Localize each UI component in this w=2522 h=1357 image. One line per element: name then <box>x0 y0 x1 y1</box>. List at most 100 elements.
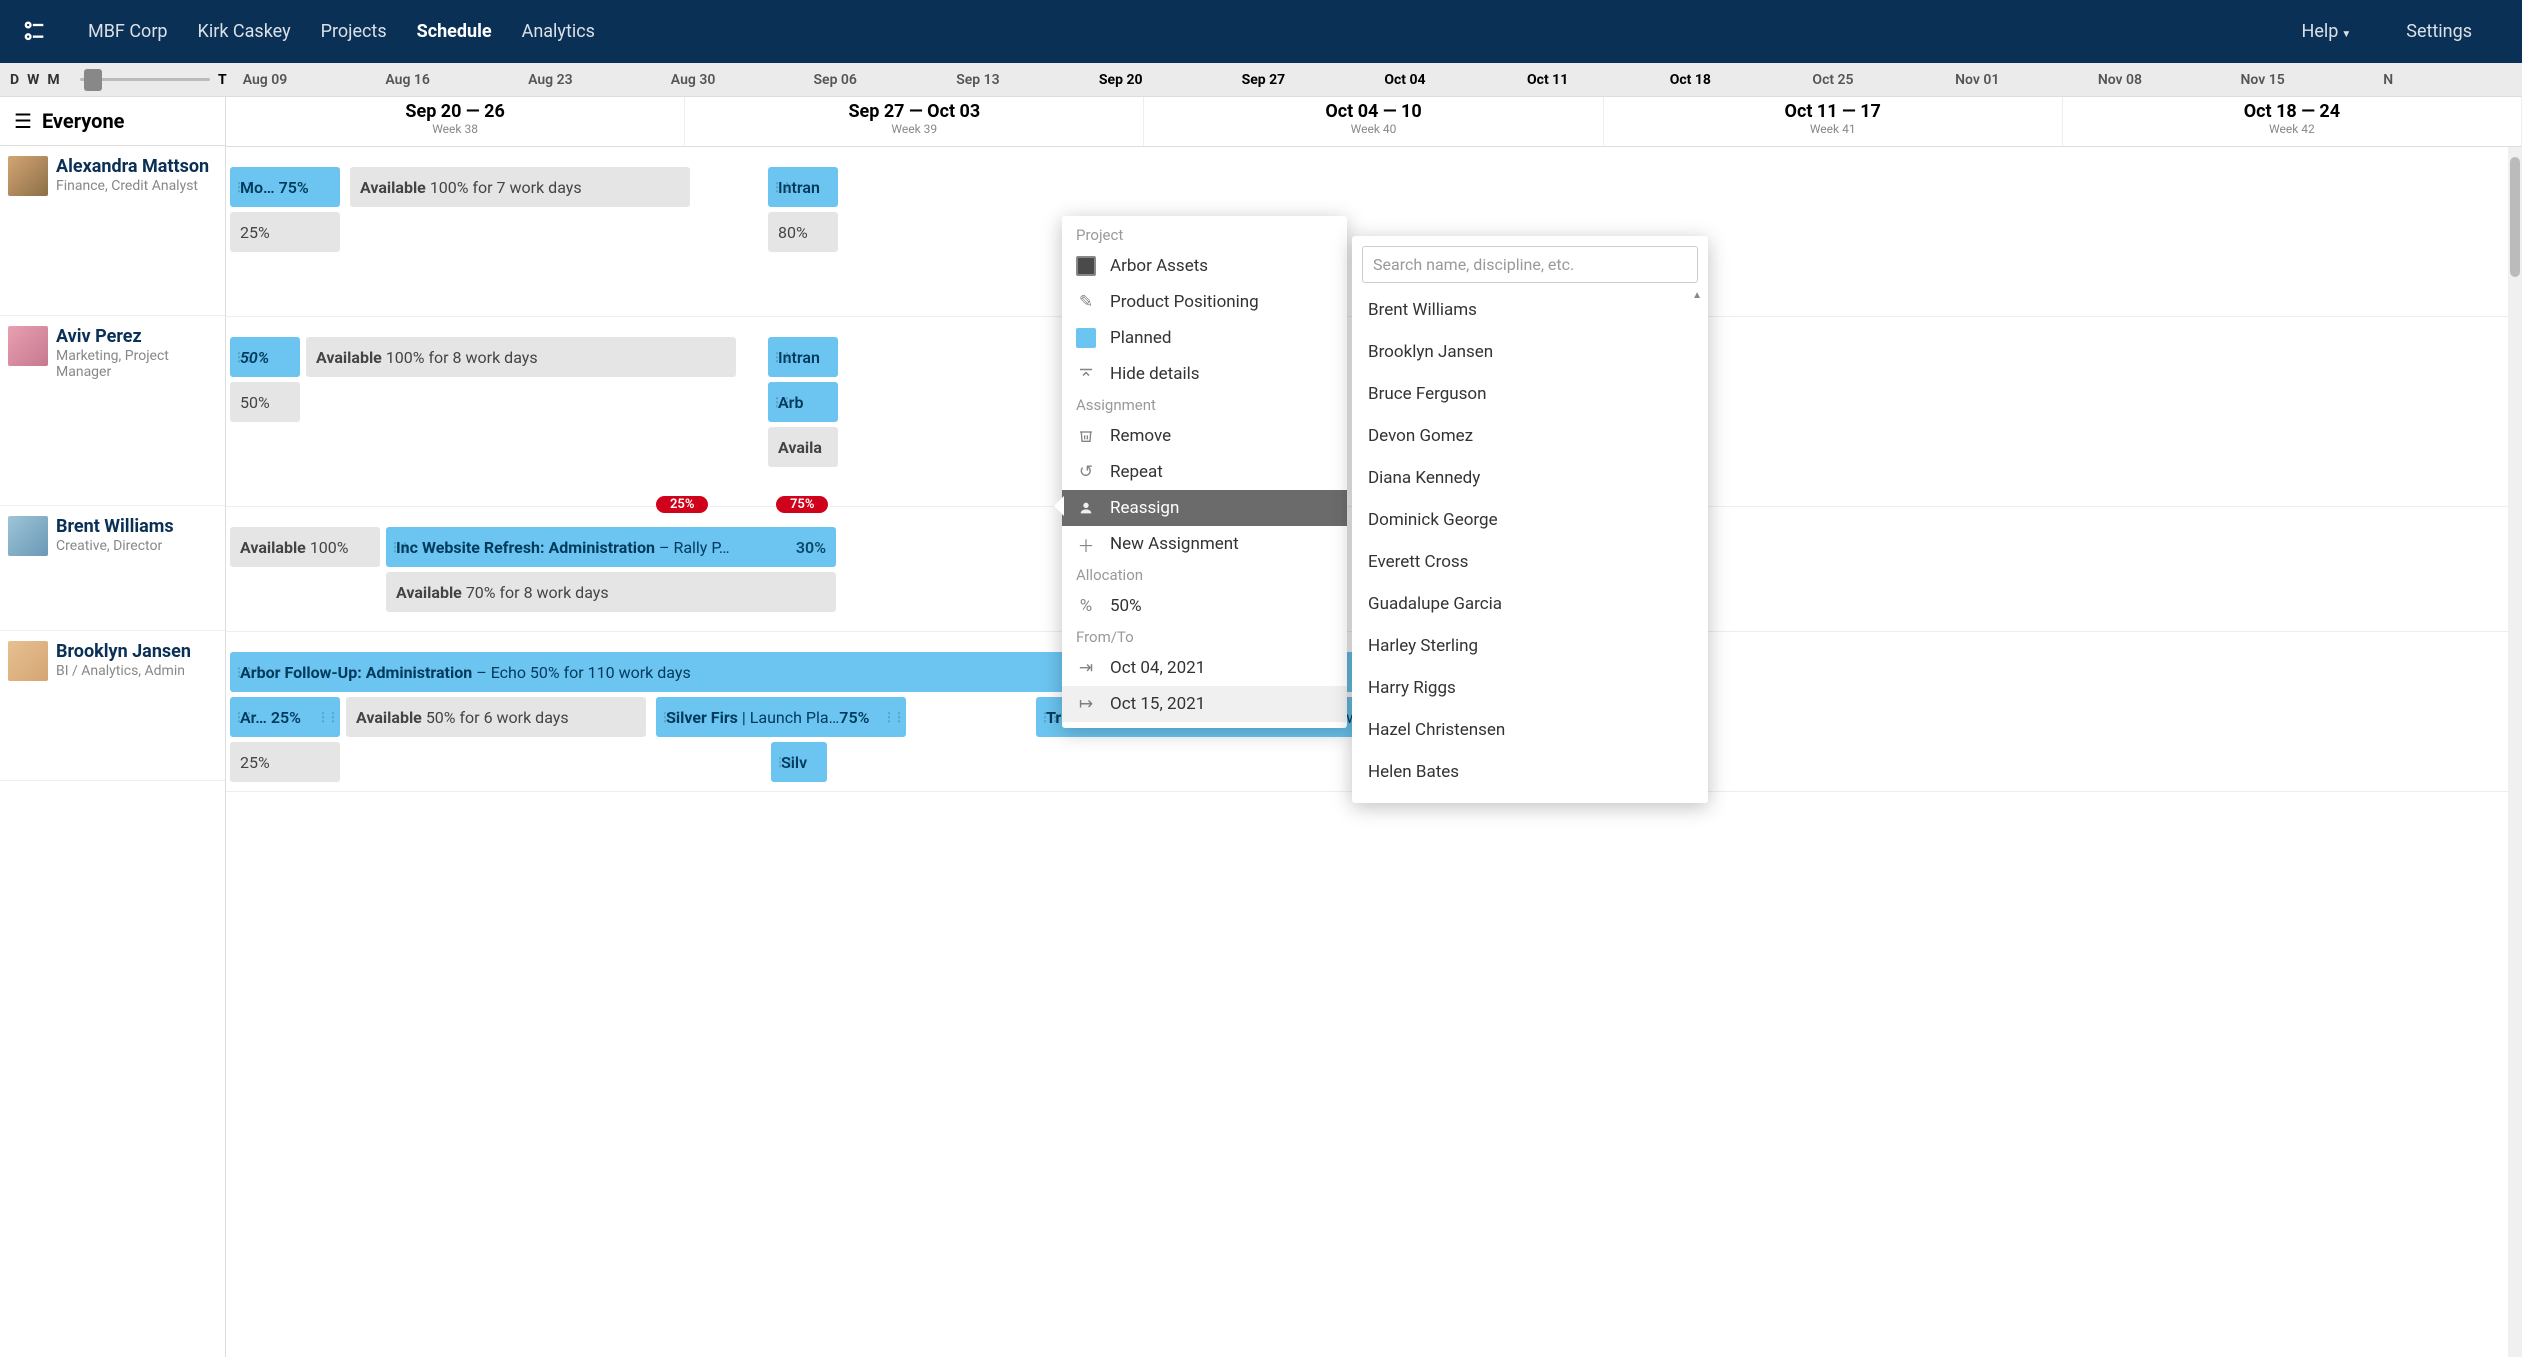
search-result-item[interactable]: Guadalupe Garcia <box>1362 583 1698 625</box>
assignment-bar[interactable]: ⋮⋮50% <box>230 337 300 377</box>
ctx-section-assignment: Assignment <box>1062 392 1347 418</box>
assignment-bar[interactable]: ⋮⋮Ar… 25%⋮⋮ <box>230 697 340 737</box>
zoom-slider[interactable] <box>80 78 210 81</box>
allocation-bar[interactable]: 25% <box>230 212 340 252</box>
timeline-date[interactable]: Oct 25 <box>1808 72 1951 88</box>
ctx-from-date[interactable]: ⇥ Oct 04, 2021 <box>1062 650 1347 686</box>
caret-down-icon: ▼ <box>2341 29 2351 40</box>
today-button[interactable]: T <box>218 72 227 88</box>
nav-projects[interactable]: Projects <box>321 21 387 42</box>
timeline-date[interactable]: Nov 01 <box>1951 72 2094 88</box>
ctx-product-positioning[interactable]: ✎ Product Positioning <box>1062 284 1347 320</box>
person-role: BI / Analytics, Admin <box>56 663 217 680</box>
ctx-allocation-value[interactable]: % 50% <box>1062 588 1347 624</box>
week-header: Sep 20 — 26Week 38 <box>226 97 685 146</box>
avatar <box>8 156 48 196</box>
timeline-date[interactable]: Aug 30 <box>667 72 810 88</box>
person-row[interactable]: Alexandra Mattson Finance, Credit Analys… <box>0 146 225 316</box>
ctx-planned[interactable]: Planned <box>1062 320 1347 356</box>
search-result-item[interactable]: Harley Sterling <box>1362 625 1698 667</box>
timeline-date[interactable]: Oct 04 <box>1380 72 1523 88</box>
zoom-week[interactable]: W <box>27 72 39 88</box>
search-result-item[interactable]: Hazel Christensen <box>1362 709 1698 751</box>
assignment-bar[interactable]: ⋮⋮Intran <box>768 337 838 377</box>
search-result-item[interactable]: Devon Gomez <box>1362 415 1698 457</box>
timeline-date[interactable]: Sep 06 <box>810 72 953 88</box>
week-header: Oct 04 — 10Week 40 <box>1144 97 1603 146</box>
person-row[interactable]: Brooklyn Jansen BI / Analytics, Admin <box>0 631 225 781</box>
available-bar[interactable]: Available50% for 6 work days <box>346 697 646 737</box>
person-name: Alexandra Mattson <box>56 156 217 178</box>
available-bar[interactable]: Available100% for 7 work days <box>350 167 690 207</box>
person-name: Brooklyn Jansen <box>56 641 217 663</box>
zoom-month[interactable]: M <box>47 72 59 88</box>
available-bar[interactable]: Available100% for 8 work days <box>306 337 736 377</box>
person-role: Finance, Credit Analyst <box>56 178 217 195</box>
arrow-out-icon: ↦ <box>1076 694 1096 714</box>
ctx-reassign[interactable]: Reassign <box>1062 490 1347 526</box>
context-menu: Project Arbor Assets ✎ Product Positioni… <box>1062 216 1347 728</box>
slider-thumb[interactable] <box>84 69 102 91</box>
timeline-date[interactable]: Aug 23 <box>524 72 667 88</box>
person-role: Marketing, Project Manager <box>56 348 217 382</box>
ctx-to-date[interactable]: ↦ Oct 15, 2021 <box>1062 686 1347 722</box>
search-result-item[interactable]: Harry Riggs <box>1362 667 1698 709</box>
search-result-item[interactable]: Bruce Ferguson <box>1362 373 1698 415</box>
ctx-remove[interactable]: Remove <box>1062 418 1347 454</box>
assignment-bar[interactable]: ⋮⋮Silver Firs | Launch Pla…75%⋮⋮ <box>656 697 906 737</box>
nav-user[interactable]: Kirk Caskey <box>198 21 291 42</box>
search-result-item[interactable]: Dominick George <box>1362 499 1698 541</box>
search-result-item[interactable]: Helen Bates <box>1362 751 1698 793</box>
zoom-day[interactable]: D <box>10 72 19 88</box>
allocation-bar[interactable]: 25% <box>230 742 340 782</box>
allocation-bar[interactable]: 50% <box>230 382 300 422</box>
collapse-icon <box>1076 364 1096 384</box>
nav-schedule[interactable]: Schedule <box>417 21 492 42</box>
timeline-date[interactable]: Aug 16 <box>381 72 524 88</box>
search-input[interactable] <box>1362 246 1698 283</box>
ctx-new-assignment[interactable]: ＋ New Assignment <box>1062 526 1347 562</box>
available-bar[interactable]: Availa <box>768 427 838 467</box>
available-bar[interactable]: Available100% <box>230 527 380 567</box>
scrollbar-thumb[interactable] <box>2510 157 2520 277</box>
timeline-date[interactable]: Nov 15 <box>2237 72 2380 88</box>
timeline-date[interactable]: Nov 08 <box>2094 72 2237 88</box>
nav-settings[interactable]: Settings <box>2406 21 2472 42</box>
ctx-repeat[interactable]: ↺ Repeat <box>1062 454 1347 490</box>
vertical-scrollbar[interactable] <box>2508 147 2522 1357</box>
timeline-date[interactable]: N <box>2379 72 2522 88</box>
timeline-date[interactable]: Oct 18 <box>1666 72 1809 88</box>
nav-help[interactable]: Help▼ <box>2301 21 2351 42</box>
search-result-item[interactable]: Brooklyn Jansen <box>1362 331 1698 373</box>
arrow-in-icon: ⇥ <box>1076 658 1096 678</box>
assignment-bar[interactable]: ⋮⋮Mo… 75% <box>230 167 340 207</box>
people-sidebar: ☰ Everyone Alexandra Mattson Finance, Cr… <box>0 97 226 1357</box>
nav-analytics[interactable]: Analytics <box>522 21 595 42</box>
timeline-date[interactable]: Aug 09 <box>239 72 382 88</box>
ctx-hide-details[interactable]: Hide details <box>1062 356 1347 392</box>
avatar <box>8 641 48 681</box>
assignment-bar[interactable]: ⋮⋮Intran <box>768 167 838 207</box>
assignment-bar[interactable]: ⋮⋮Silv <box>771 742 827 782</box>
overallocation-badge: 75% <box>776 496 828 513</box>
search-result-item[interactable]: Brent Williams <box>1362 289 1698 331</box>
person-name: Brent Williams <box>56 516 217 538</box>
timeline-date[interactable]: Sep 20 <box>1095 72 1238 88</box>
pencil-icon: ✎ <box>1076 292 1096 312</box>
timeline-date[interactable]: Sep 13 <box>952 72 1095 88</box>
search-result-item[interactable]: Everett Cross <box>1362 541 1698 583</box>
assignment-bar[interactable]: ⋮⋮Arb <box>768 382 838 422</box>
repeat-icon: ↺ <box>1076 462 1096 482</box>
allocation-bar[interactable]: 80% <box>768 212 838 252</box>
ctx-arbor-assets[interactable]: Arbor Assets <box>1062 248 1347 284</box>
person-row[interactable]: Aviv Perez Marketing, Project Manager <box>0 316 225 506</box>
nav-company[interactable]: MBF Corp <box>88 21 168 42</box>
assignment-bar[interactable]: ⋮⋮Inc Website Refresh: Administration – … <box>386 527 836 567</box>
ctx-section-fromto: From/To <box>1062 624 1347 650</box>
hamburger-icon[interactable]: ☰ <box>14 109 32 133</box>
available-bar[interactable]: Available70% for 8 work days <box>386 572 836 612</box>
search-result-item[interactable]: Diana Kennedy <box>1362 457 1698 499</box>
timeline-date[interactable]: Oct 11 <box>1523 72 1666 88</box>
person-row[interactable]: Brent Williams Creative, Director <box>0 506 225 631</box>
timeline-date[interactable]: Sep 27 <box>1238 72 1381 88</box>
